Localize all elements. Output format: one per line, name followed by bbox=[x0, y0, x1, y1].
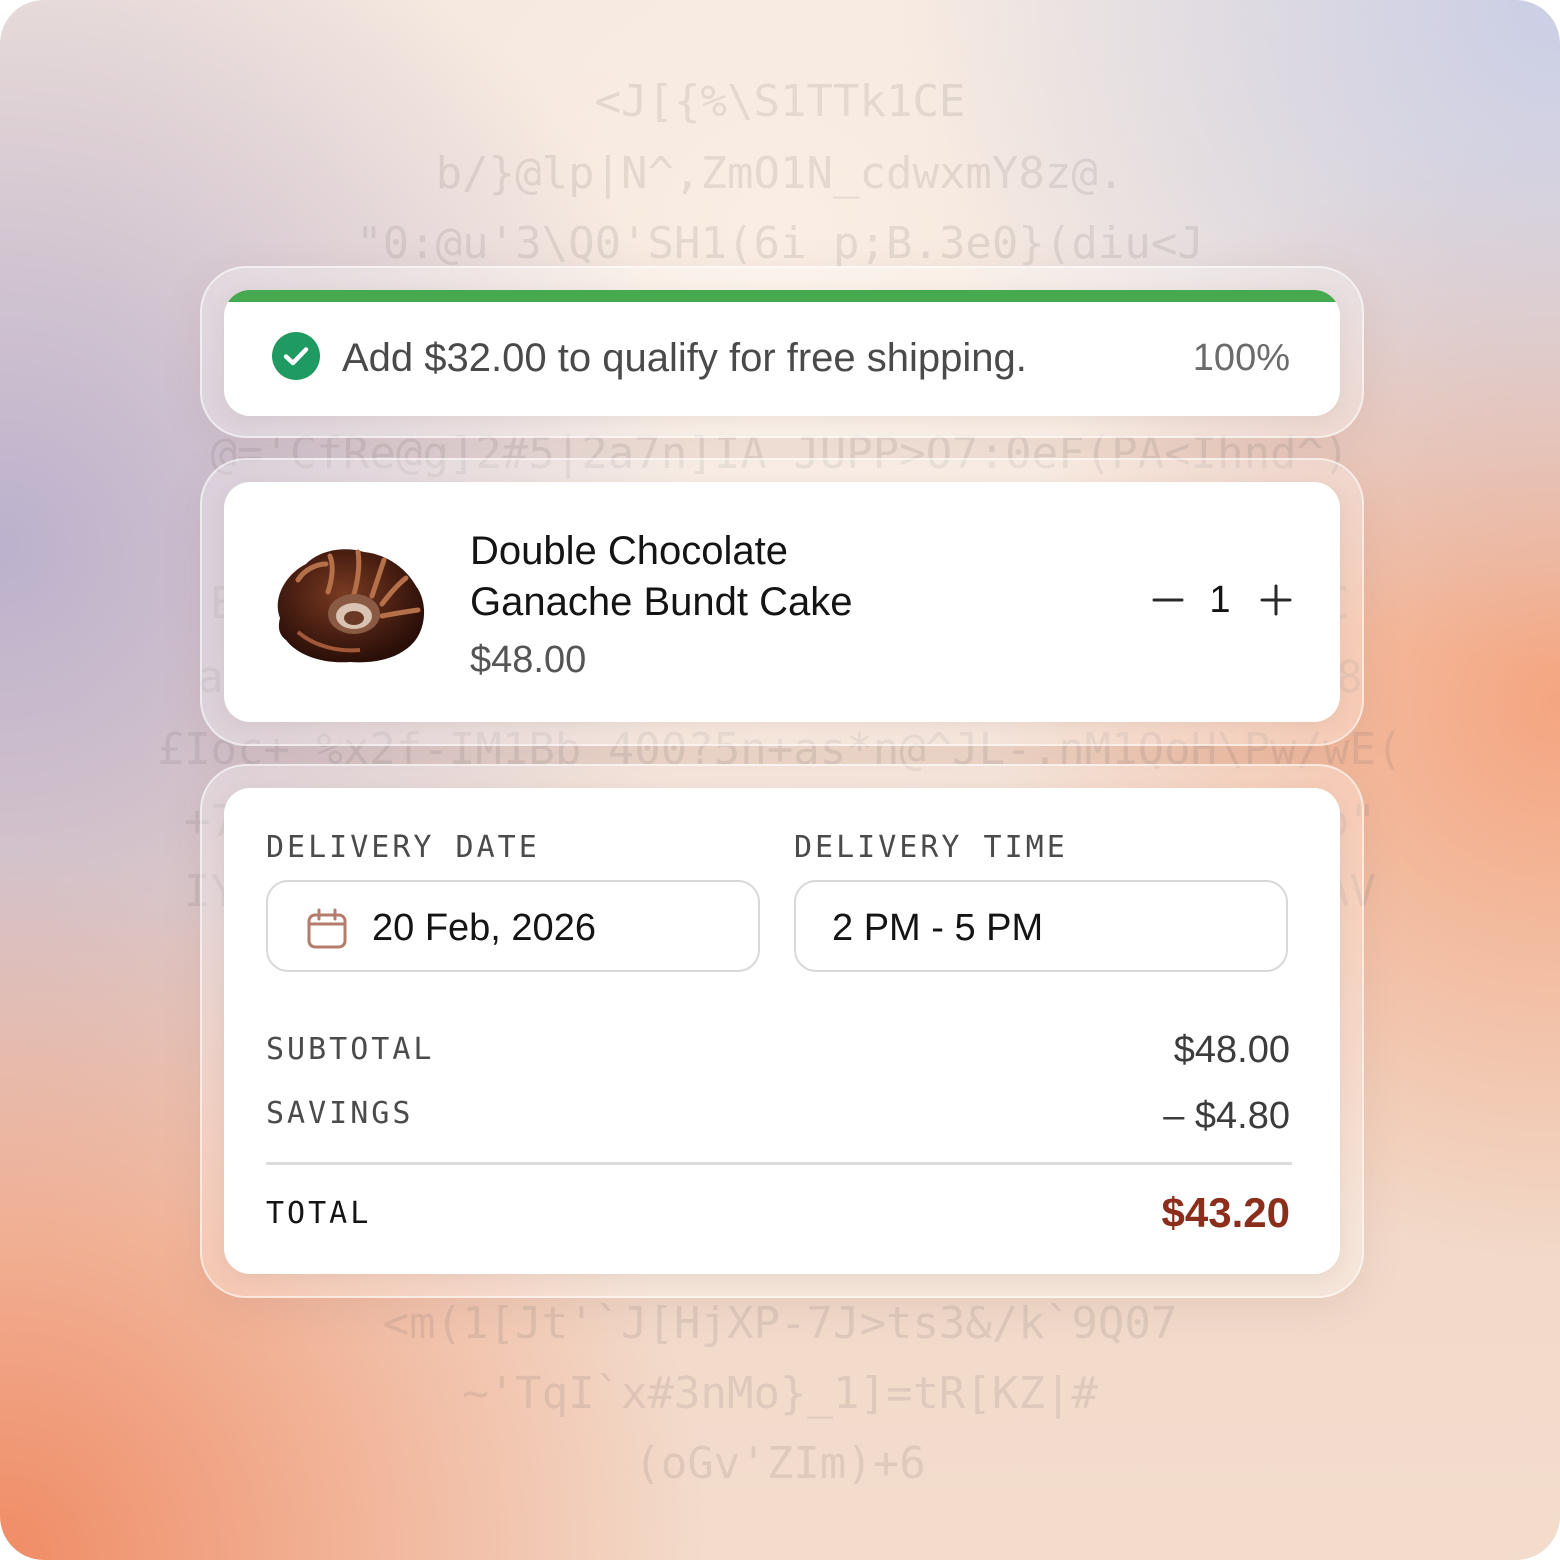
code-line: <m(1[Jt'`J[HjXP-7J>ts3&/k`9Q07 bbox=[382, 1298, 1178, 1349]
product-name-line2: Ganache Bundt Cake bbox=[470, 580, 853, 624]
delivery-time-label: DELIVERY TIME bbox=[794, 830, 1068, 865]
delivery-date-label: DELIVERY DATE bbox=[266, 830, 540, 865]
savings-label: SAVINGS bbox=[266, 1096, 414, 1131]
shipping-frame: Add $32.00 to qualify for free shipping.… bbox=[200, 266, 1364, 438]
product-name[interactable]: Double Chocolate Ganache Bundt Cake bbox=[470, 526, 852, 628]
product-image bbox=[277, 549, 425, 663]
calendar-icon bbox=[307, 908, 347, 949]
product-price: $48.00 bbox=[470, 639, 587, 681]
minus-icon[interactable] bbox=[1148, 580, 1188, 620]
delivery-date-value: 20 Feb, 2026 bbox=[372, 907, 596, 949]
delivery-summary-card: DELIVERY DATE DELIVERY TIME 20 Feb, 2026… bbox=[224, 788, 1340, 1274]
shipping-progress-bar bbox=[224, 290, 1340, 302]
checkout-frame: DELIVERY DATE DELIVERY TIME 20 Feb, 2026… bbox=[200, 764, 1364, 1298]
delivery-time-field[interactable]: 2 PM - 5 PM bbox=[794, 880, 1288, 972]
subtotal-value: $48.00 bbox=[1173, 1029, 1290, 1071]
total-label: TOTAL bbox=[266, 1196, 372, 1231]
code-line: <J[{%\S1TTk1CE bbox=[594, 76, 966, 127]
code-line: b/}@lp|N^,ZmO1N_cdwxmY8z@. bbox=[435, 148, 1125, 199]
product-name-line1: Double Chocolate bbox=[470, 529, 788, 573]
background-canvas: <J[{%\S1TTk1CE b/}@lp|N^,ZmO1N_cdwxmY8z@… bbox=[0, 0, 1560, 1560]
subtotal-label: SUBTOTAL bbox=[266, 1032, 435, 1067]
quantity-value: 1 bbox=[1209, 579, 1231, 621]
product-frame: Double Chocolate Ganache Bundt Cake $48.… bbox=[200, 458, 1364, 746]
code-line: ~'TqI`x#3nMo}_1]=tR[KZ|# bbox=[462, 1368, 1098, 1419]
code-line: "0:@u'3\Q0'SH1(6i p;B.3e0}(diu<J bbox=[356, 218, 1204, 269]
total-value: $43.20 bbox=[1161, 1189, 1290, 1236]
savings-value: – $4.80 bbox=[1163, 1095, 1290, 1137]
free-shipping-card: Add $32.00 to qualify for free shipping.… bbox=[224, 290, 1340, 416]
shipping-progress-percent: 100% bbox=[1192, 337, 1290, 379]
delivery-date-field[interactable]: 20 Feb, 2026 bbox=[266, 880, 760, 972]
code-line: (oGv'ZIm)+6 bbox=[634, 1438, 926, 1489]
summary-divider bbox=[266, 1162, 1292, 1165]
shipping-progress-fill bbox=[224, 290, 1340, 302]
delivery-time-value: 2 PM - 5 PM bbox=[832, 907, 1044, 949]
plus-icon[interactable] bbox=[1256, 580, 1296, 620]
cart-item-card: Double Chocolate Ganache Bundt Cake $48.… bbox=[224, 482, 1340, 722]
free-shipping-message: Add $32.00 to qualify for free shipping. bbox=[342, 336, 1027, 380]
check-circle-icon bbox=[272, 332, 320, 380]
